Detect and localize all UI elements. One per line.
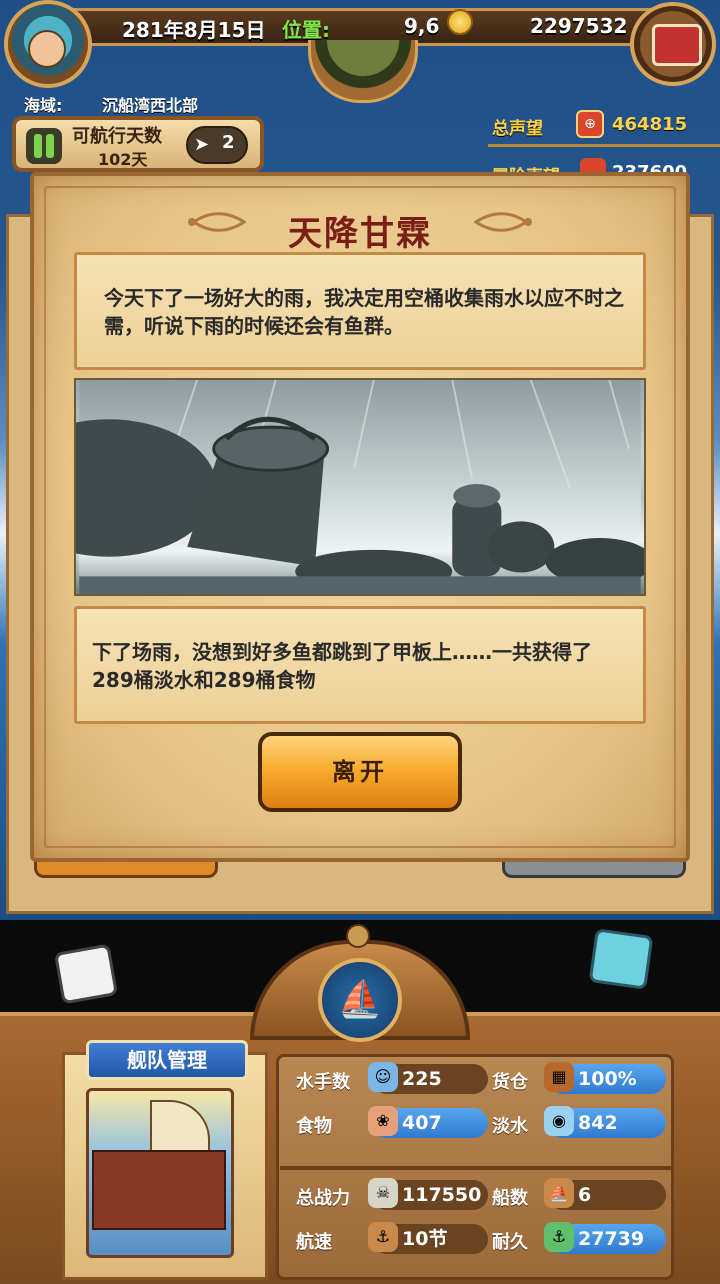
water-jar-icon: ◉ [544,1106,574,1136]
position-value: 9,6 [404,14,440,38]
arch-finial [346,924,370,948]
blue-cat-mascot[interactable] [588,928,654,990]
game-date: 281年8月15日 [122,18,266,42]
pause-button[interactable] [26,128,62,164]
speed-label: 航速 [296,1232,332,1253]
event-illustration [74,378,646,596]
region-value: 沉船湾西北部 [102,96,199,115]
cursor-arrow-icon: ➤ [194,134,210,155]
gold-coin-icon [447,9,473,35]
event-result: 下了场雨，没想到好多鱼都跳到了甲板上……一共获得了289桶淡水和289桶食物 [92,640,592,692]
region-label: 海域: [24,96,63,115]
anchor-ship-icon: ⚓ [544,1222,574,1252]
total-reputation-label: 总声望 [492,119,543,139]
cargo-label: 货仓 [492,1072,528,1093]
leave-button[interactable]: 离开 [258,732,462,812]
gold-amount: 2297532 [530,14,628,38]
skull-swords-icon: ☠ [368,1178,398,1208]
position-label: 位置: [282,18,330,42]
captain-face [28,30,66,68]
sailors-label: 水手数 [296,1072,350,1093]
ship-icon: ⚓ [368,1222,398,1252]
crate-icon: ▦ [544,1062,574,1092]
sailing-days-title: 可航行天数 [72,126,162,147]
ships-label: 船数 [492,1188,528,1209]
durability-label: 耐久 [492,1232,528,1253]
water-label: 淡水 [492,1116,528,1137]
fleet-management-button[interactable]: 舰队管理 [86,1040,248,1080]
power-label: 总战力 [296,1188,350,1209]
treasure-chest-icon [652,24,702,66]
ship-hull [92,1150,226,1230]
reputation-divider [488,144,720,147]
sail-ship-button[interactable]: ⛵ [318,958,402,1042]
pause-icon [34,134,42,158]
sailing-days-value: 102天 [98,150,148,169]
sailor-icon: ☺ [368,1062,398,1092]
event-description: 今天下了一场好大的雨，我决定用空桶收集雨水以应不时之需，听说下雨的时候还会有鱼群… [104,286,624,338]
sail-icon: ⛵ [544,1178,574,1208]
stats-divider [280,1166,672,1170]
white-cube-mascot[interactable] [53,943,119,1005]
speed-multiplier: 2 [222,132,235,153]
meat-icon: ❀ [368,1106,398,1136]
total-reputation-value: 464815 [612,114,688,135]
food-label: 食物 [296,1116,332,1137]
event-title: 天降甘霖 [288,214,432,254]
pause-icon-bar [46,134,54,158]
shield-icon: ⊕ [576,110,604,138]
